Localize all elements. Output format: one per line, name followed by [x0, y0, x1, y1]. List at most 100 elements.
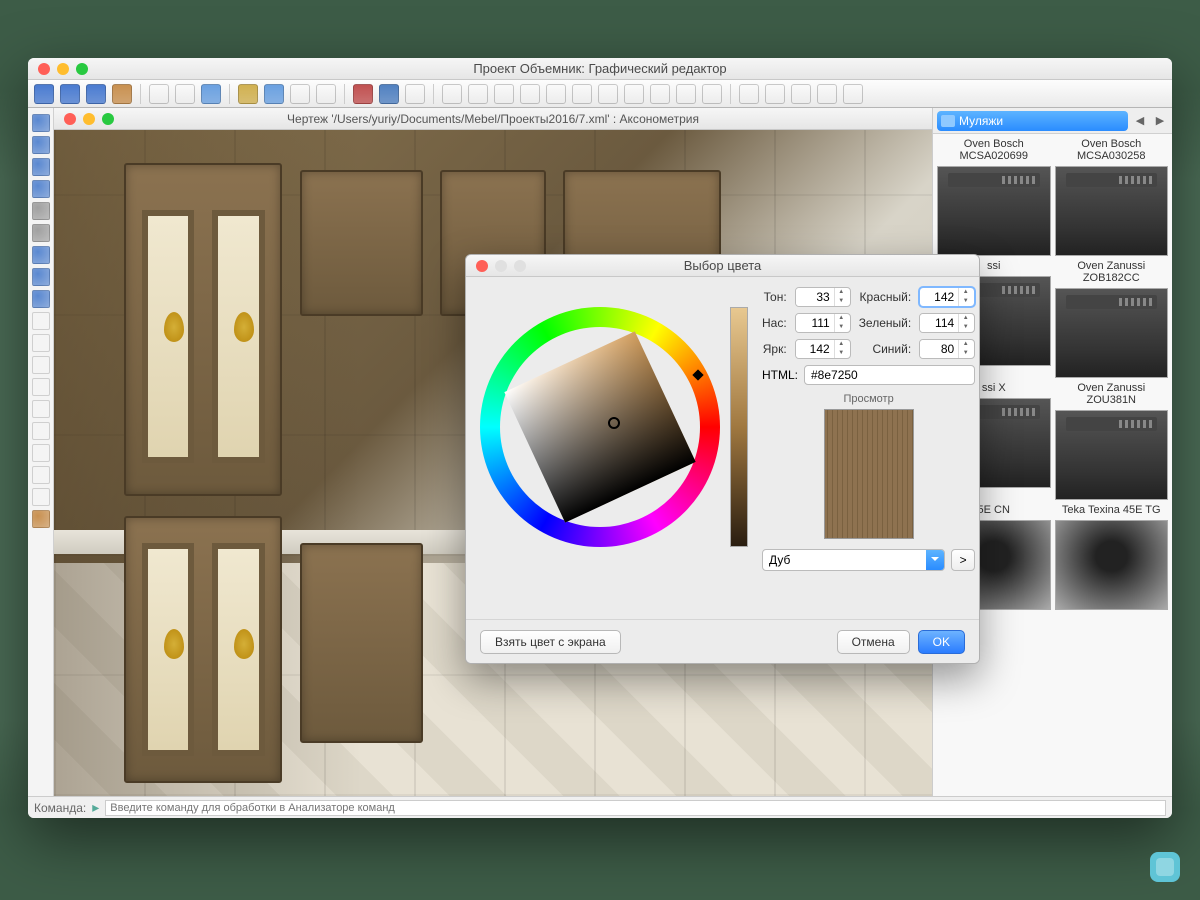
html-input[interactable] [804, 365, 975, 385]
left-toolbar [28, 108, 54, 796]
sat-label: Нас: [762, 316, 787, 330]
hue-label: Тон: [762, 290, 787, 304]
value-strip[interactable] [730, 307, 748, 547]
tool-icon[interactable] [32, 378, 50, 396]
nav-back-icon[interactable]: ◀ [1132, 113, 1148, 129]
category-dropdown[interactable]: Муляжи [937, 111, 1128, 131]
toolbar-icon[interactable] [60, 84, 80, 104]
document-title: Чертеж '/Users/yuriy/Documents/Mebel/Про… [54, 112, 932, 126]
close-icon[interactable] [476, 260, 488, 272]
preview-label: Просмотр [762, 393, 975, 405]
tool-icon[interactable] [32, 510, 50, 528]
library-item[interactable]: Oven Bosch MCSA030258 [1055, 138, 1169, 256]
toolbar-icon[interactable] [34, 84, 54, 104]
color-picker-dialog: Выбор цвета Тон: ▲▼ Красный: ▲▼ Нас: ▲▼ … [465, 254, 980, 664]
toolbar-icon[interactable] [650, 84, 670, 104]
ok-button[interactable]: OK [918, 630, 965, 654]
tool-icon[interactable] [32, 268, 50, 286]
close-icon[interactable] [38, 63, 50, 75]
category-label: Муляжи [959, 114, 1003, 128]
tool-icon[interactable] [32, 334, 50, 352]
toolbar-icon[interactable] [702, 84, 722, 104]
library-item-label: Oven Zanussi ZOB182CC [1055, 260, 1169, 284]
close-icon[interactable] [64, 113, 76, 125]
library-item[interactable]: Teka Texina 45E TG [1055, 504, 1169, 610]
tool-icon[interactable] [32, 356, 50, 374]
toolbar-icon[interactable] [598, 84, 618, 104]
toolbar-icon[interactable] [624, 84, 644, 104]
tool-icon[interactable] [32, 158, 50, 176]
toolbar-icon[interactable] [468, 84, 488, 104]
tool-icon[interactable] [32, 202, 50, 220]
wheel-cursor-icon[interactable] [608, 417, 620, 429]
val-input[interactable]: ▲▼ [795, 339, 851, 359]
zoom-icon[interactable] [102, 113, 114, 125]
tool-icon[interactable] [32, 488, 50, 506]
red-label: Красный: [859, 290, 912, 304]
tool-icon[interactable] [32, 466, 50, 484]
sat-input[interactable]: ▲▼ [795, 313, 851, 333]
tool-icon[interactable] [32, 422, 50, 440]
toolbar-icon[interactable] [520, 84, 540, 104]
material-browse-button[interactable]: > [951, 549, 975, 571]
tool-icon[interactable] [32, 444, 50, 462]
toolbar-icon[interactable] [843, 84, 863, 104]
toolbar-icon[interactable] [316, 84, 336, 104]
chat-icon[interactable] [1150, 852, 1180, 882]
toolbar-icon[interactable] [353, 84, 373, 104]
toolbar-icon[interactable] [494, 84, 514, 104]
toolbar-icon[interactable] [149, 84, 169, 104]
blue-input[interactable]: ▲▼ [919, 339, 975, 359]
toolbar-icon[interactable] [86, 84, 106, 104]
hue-input[interactable]: ▲▼ [795, 287, 851, 307]
library-item-label: Oven Bosch MCSA030258 [1055, 138, 1169, 162]
nav-fwd-icon[interactable]: ▶ [1152, 113, 1168, 129]
toolbar-icon[interactable] [405, 84, 425, 104]
toolbar-icon[interactable] [379, 84, 399, 104]
library-item[interactable]: Oven Bosch MCSA020699 [937, 138, 1051, 256]
command-run-icon[interactable]: ▸ [92, 799, 99, 816]
minimize-icon [495, 260, 507, 272]
val-label: Ярк: [762, 342, 787, 356]
toolbar-icon[interactable] [112, 84, 132, 104]
tool-icon[interactable] [32, 400, 50, 418]
tool-icon[interactable] [32, 114, 50, 132]
color-wheel[interactable] [480, 307, 720, 547]
material-value: Дуб [769, 553, 790, 567]
tool-icon[interactable] [32, 224, 50, 242]
toolbar-icon[interactable] [817, 84, 837, 104]
toolbar-icon[interactable] [290, 84, 310, 104]
pick-screen-color-button[interactable]: Взять цвет с экрана [480, 630, 621, 654]
material-dropdown[interactable]: Дуб [762, 549, 945, 571]
toolbar-icon[interactable] [739, 84, 759, 104]
library-item[interactable]: Oven Zanussi ZOU381N [1055, 382, 1169, 500]
dialog-title: Выбор цвета [466, 258, 979, 273]
tool-icon[interactable] [32, 312, 50, 330]
tool-icon[interactable] [32, 246, 50, 264]
minimize-icon[interactable] [83, 113, 95, 125]
toolbar-icon[interactable] [676, 84, 696, 104]
library-item-label: Oven Zanussi ZOU381N [1055, 382, 1169, 406]
cancel-button[interactable]: Отмена [837, 630, 910, 654]
document-titlebar: Чертеж '/Users/yuriy/Documents/Mebel/Про… [54, 108, 932, 130]
toolbar-icon[interactable] [572, 84, 592, 104]
blue-label: Синий: [859, 342, 912, 356]
tool-icon[interactable] [32, 290, 50, 308]
command-input[interactable] [105, 800, 1166, 816]
minimize-icon[interactable] [57, 63, 69, 75]
zoom-icon[interactable] [76, 63, 88, 75]
green-input[interactable]: ▲▼ [919, 313, 975, 333]
toolbar-icon[interactable] [201, 84, 221, 104]
toolbar-icon[interactable] [791, 84, 811, 104]
red-input[interactable]: ▲▼ [919, 287, 975, 307]
toolbar-icon[interactable] [264, 84, 284, 104]
tool-icon[interactable] [32, 136, 50, 154]
toolbar-icon[interactable] [765, 84, 785, 104]
toolbar-icon[interactable] [238, 84, 258, 104]
tool-icon[interactable] [32, 180, 50, 198]
library-item[interactable]: Oven Zanussi ZOB182CC [1055, 260, 1169, 378]
main-window-title: Проект Объемник: Графический редактор [28, 61, 1172, 76]
toolbar-icon[interactable] [546, 84, 566, 104]
toolbar-icon[interactable] [442, 84, 462, 104]
toolbar-icon[interactable] [175, 84, 195, 104]
